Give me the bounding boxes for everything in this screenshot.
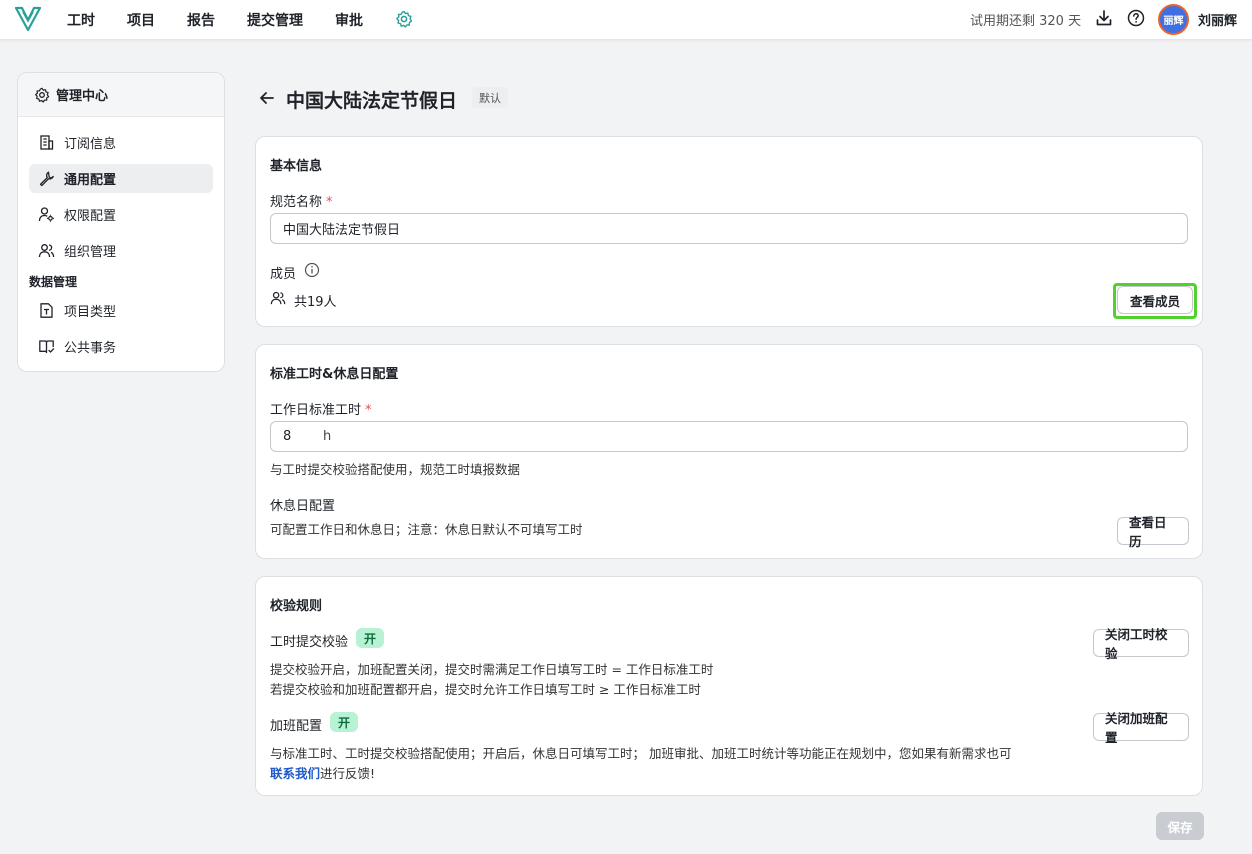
nav-item-timesheet[interactable]: 工时 — [67, 10, 95, 30]
sidebar-item-public-affairs[interactable]: 公共事务 — [29, 332, 213, 361]
sidebar-item-general-config[interactable]: 通用配置 — [29, 164, 213, 193]
nav-item-reports[interactable]: 报告 — [187, 10, 215, 30]
submit-check-hint-1: 提交校验开启，加班配置关闭，提交时需满足工作日填写工时 = 工作日标准工时 — [270, 662, 714, 677]
back-arrow-icon[interactable] — [258, 89, 276, 107]
std-hours-hint: 与工时提交校验搭配使用，规范工时填报数据 — [270, 462, 521, 477]
default-tag: 默认 — [472, 87, 508, 108]
section-title-basic: 基本信息 — [270, 159, 323, 174]
basic-info-card: 基本信息 规范名称 * 中国大陆法定节假日 成员 共19人 查看成员 — [255, 136, 1203, 327]
section-title-hours: 标准工时&休息日配置 — [270, 367, 399, 382]
overtime-status-badge: 开 — [330, 712, 359, 732]
required-mark: * — [365, 403, 372, 418]
sidebar-item-label: 公共事务 — [64, 341, 117, 356]
required-mark: * — [326, 195, 333, 210]
user-permission-icon — [38, 207, 54, 222]
submit-check-status-badge: 开 — [356, 628, 385, 648]
contact-us-link[interactable]: 联系我们 — [270, 766, 320, 781]
document-icon — [40, 303, 53, 318]
overtime-feedback-line: 联系我们进行反馈! — [270, 763, 375, 782]
nav-item-approval[interactable]: 审批 — [335, 10, 363, 30]
submit-check-hint-2: 若提交校验和加班配置都开启，提交时允许工作日填写工时 ≥ 工作日标准工时 — [270, 682, 701, 697]
rest-day-hint: 可配置工作日和休息日；注意：休息日默认不可填写工时 — [270, 522, 583, 537]
top-nav-bar: 工时 项目 报告 提交管理 审批 试用期还剩 320 天 丽辉 刘丽辉 — [0, 0, 1252, 40]
book-icon — [39, 340, 55, 354]
download-icon[interactable] — [1095, 9, 1113, 27]
rule-name-label: 规范名称 * — [270, 191, 333, 210]
sidebar-item-label: 通用配置 — [64, 173, 117, 188]
close-overtime-button[interactable]: 关闭加班配置 — [1093, 711, 1189, 745]
page-title: 中国大陆法定节假日 — [286, 90, 458, 112]
sidebar-item-label: 项目类型 — [64, 305, 117, 320]
sidebar-item-label: 订阅信息 — [64, 137, 117, 152]
rule-name-input[interactable]: 中国大陆法定节假日 — [270, 213, 1188, 244]
rest-day-label: 休息日配置 — [270, 499, 336, 514]
building-icon — [40, 135, 54, 150]
help-icon[interactable] — [1127, 9, 1145, 27]
wrench-icon — [39, 171, 54, 187]
std-hours-input[interactable]: 8 h — [270, 421, 1188, 452]
username[interactable]: 刘丽辉 — [1198, 10, 1237, 29]
sidebar-header: 管理中心 — [18, 73, 224, 117]
sidebar-item-subscription[interactable]: 订阅信息 — [29, 128, 213, 157]
nav-item-projects[interactable]: 项目 — [127, 10, 155, 30]
view-members-button[interactable]: 查看成员 — [1117, 286, 1193, 314]
std-hours-label-text: 工作日标准工时 — [270, 403, 362, 418]
members-icon — [270, 290, 286, 306]
members-count: 共19人 — [294, 295, 337, 310]
std-hours-unit: h — [323, 429, 332, 444]
section-title-rules: 校验规则 — [270, 599, 323, 614]
sidebar-item-permissions[interactable]: 权限配置 — [29, 200, 213, 229]
submit-check-label: 工时提交校验 — [270, 635, 349, 650]
settings-icon — [35, 87, 50, 103]
users-icon — [38, 244, 55, 258]
info-icon[interactable] — [304, 262, 320, 278]
standard-hours-card: 标准工时&休息日配置 工作日标准工时 * 8 h 与工时提交校验搭配使用，规范工时… — [255, 344, 1203, 559]
close-submit-check-button[interactable]: 关闭工时校验 — [1093, 627, 1189, 661]
avatar[interactable]: 丽辉 — [1158, 4, 1189, 35]
std-hours-label: 工作日标准工时 * — [270, 399, 372, 418]
overtime-label: 加班配置 — [270, 719, 323, 734]
nav-item-submission[interactable]: 提交管理 — [247, 10, 303, 30]
trial-remaining-text: 试用期还剩 320 天 — [970, 14, 1082, 29]
logo-icon[interactable] — [14, 5, 42, 33]
rule-name-label-text: 规范名称 — [270, 195, 323, 210]
validation-rules-card: 校验规则 工时提交校验 开 提交校验开启，加班配置关闭，提交时需满足工作日填写工… — [255, 576, 1203, 796]
sidebar-item-organization[interactable]: 组织管理 — [29, 236, 213, 265]
std-hours-value: 8 — [283, 429, 292, 444]
sidebar-item-project-types[interactable]: 项目类型 — [29, 296, 213, 325]
feedback-text: 进行反馈! — [320, 766, 376, 781]
members-label: 成员 — [270, 267, 297, 282]
admin-sidebar: 管理中心 订阅信息 通用配置 权限配置 组织管理 数据管理 项目类型 公共事务 — [17, 72, 225, 372]
sidebar-item-label: 组织管理 — [64, 245, 117, 260]
sidebar-item-label: 权限配置 — [64, 209, 117, 224]
sidebar-group-data-management: 数据管理 — [29, 275, 78, 289]
overtime-hint: 与标准工时、工时提交校验搭配使用；开启后，休息日可填写工时； 加班审批、加班工时… — [270, 746, 1012, 761]
gear-icon[interactable] — [395, 10, 413, 28]
sidebar-title: 管理中心 — [56, 89, 109, 104]
view-calendar-button[interactable]: 查看日历 — [1117, 515, 1189, 549]
save-button[interactable]: 保存 — [1156, 812, 1204, 840]
